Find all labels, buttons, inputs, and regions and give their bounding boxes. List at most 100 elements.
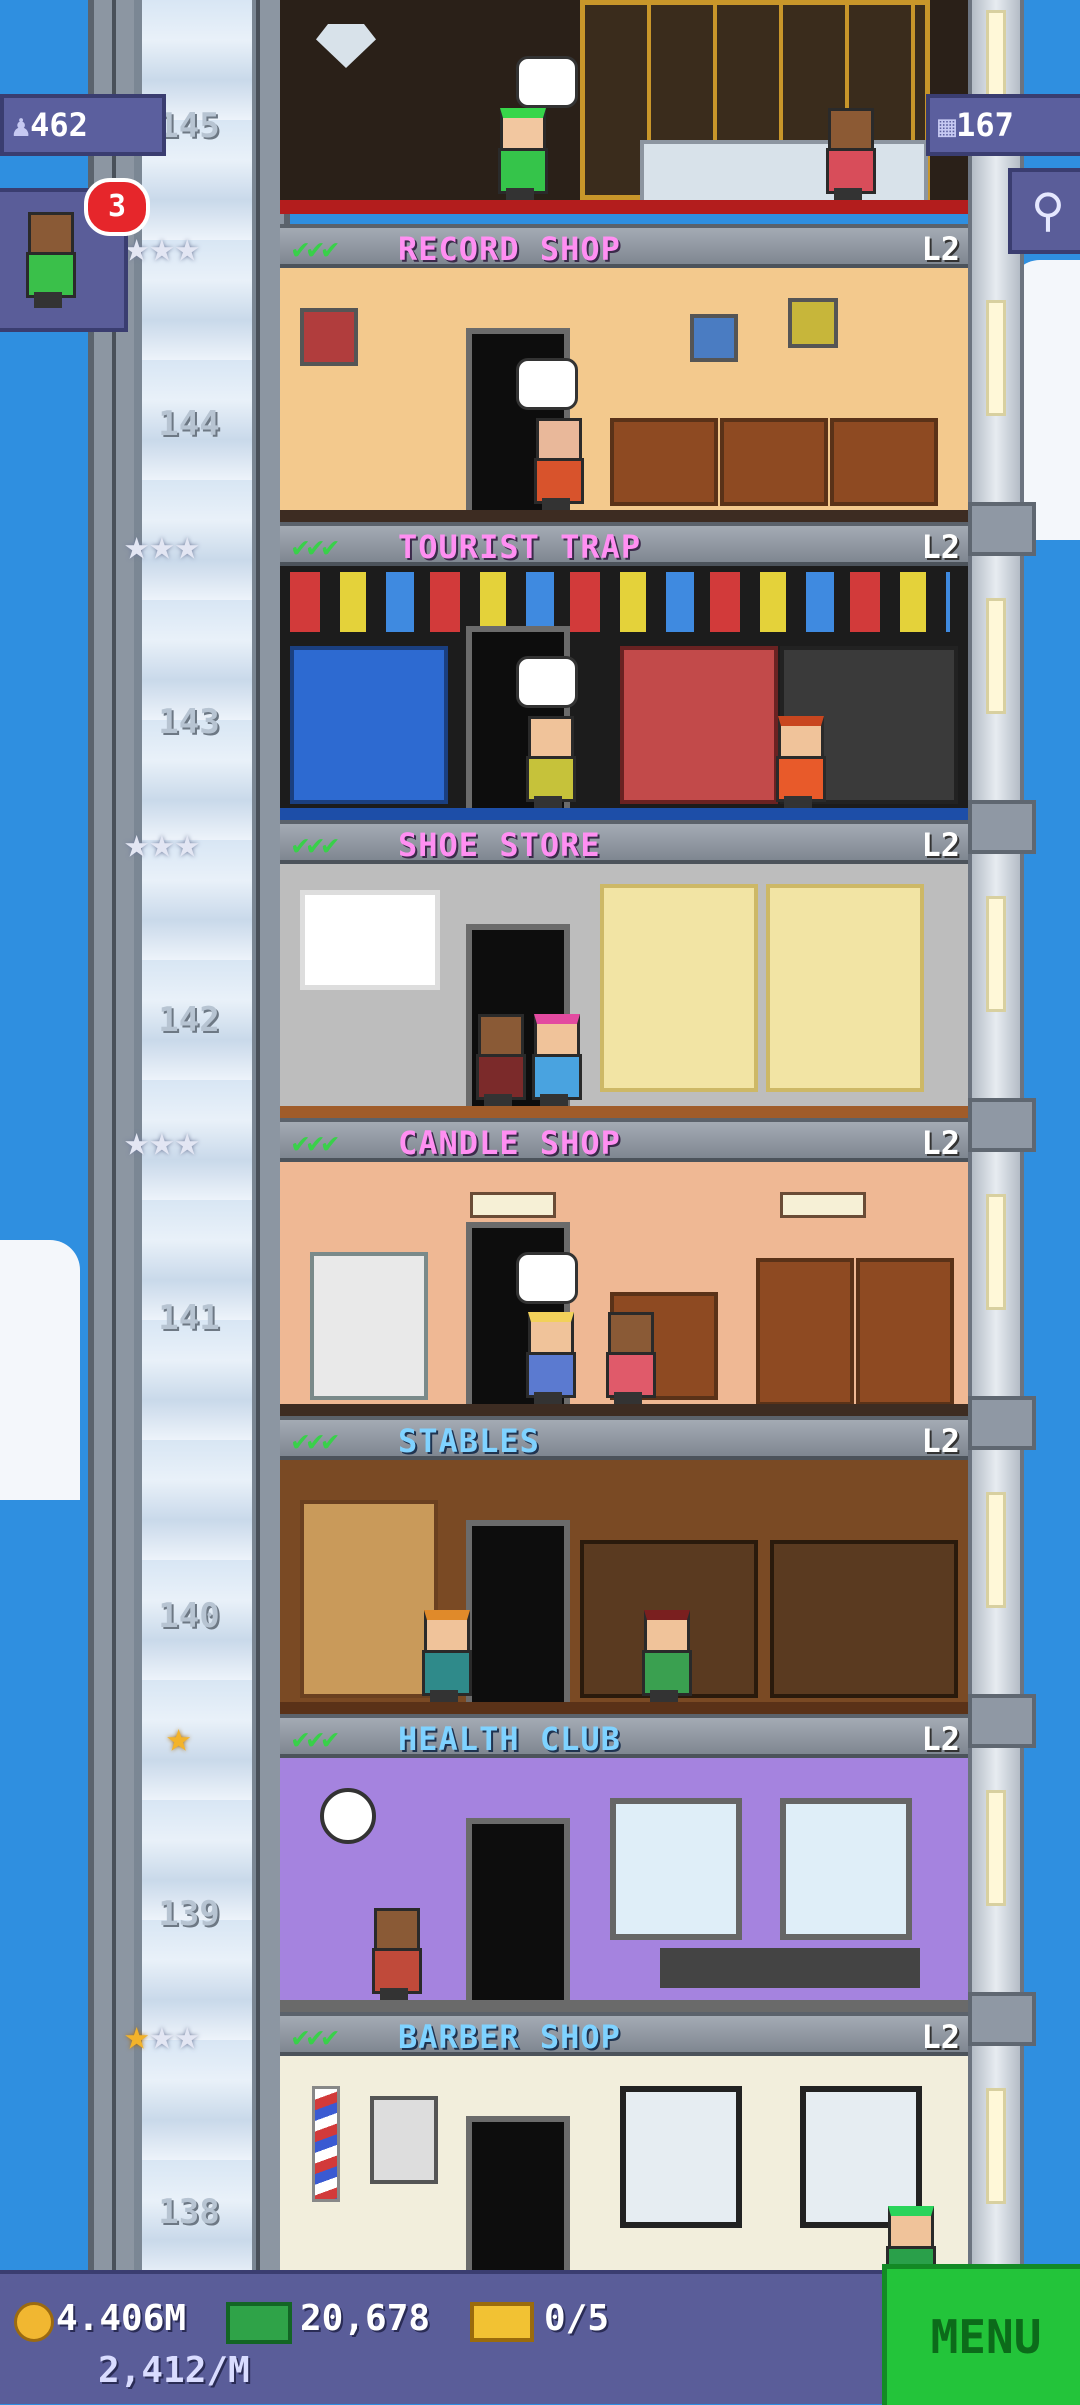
notification-badge[interactable]: 3 — [84, 178, 150, 236]
floor-line — [280, 808, 968, 820]
horse-stall — [770, 1540, 958, 1698]
stock-checks-icon: ✔✔✔ — [292, 1126, 339, 1159]
visitor-person[interactable] — [880, 2206, 936, 2270]
pillar-light — [986, 1492, 1006, 1608]
souvenir-shelf — [290, 646, 448, 804]
floor-tourist-trap[interactable]: ✔✔✔ TOURIST TRAP L2 — [280, 522, 968, 820]
floor-level: L2 — [921, 2018, 960, 2056]
jewelry-counter — [640, 140, 928, 206]
population-badge[interactable]: ♟462 — [0, 94, 166, 156]
ceiling-lamp — [470, 1192, 556, 1218]
search-button[interactable]: ⚲ — [1008, 168, 1080, 254]
visitor-person[interactable] — [520, 1312, 576, 1408]
pillar-light — [986, 300, 1006, 416]
floor-name: BARBER SHOP — [398, 2018, 621, 2056]
floors-count-badge[interactable]: ▦167 — [926, 94, 1080, 156]
coins-rate: 2,412/M — [98, 2350, 250, 2391]
floor-level: L2 — [921, 230, 960, 268]
worker-person[interactable] — [636, 1610, 692, 1706]
floor-record-shop[interactable]: ✔✔✔ RECORD SHOP L2 — [280, 224, 968, 522]
record-bin — [610, 418, 718, 506]
clerk-person[interactable] — [820, 108, 876, 204]
ceiling-lamp — [780, 1192, 866, 1218]
candle-shelf — [310, 1252, 428, 1400]
floor-door — [466, 2116, 570, 2270]
cloud-left — [0, 1240, 80, 1500]
wall-record-decor — [788, 298, 838, 348]
treadmill — [660, 1948, 920, 1988]
pillar-light — [986, 598, 1006, 714]
visitor-person[interactable] — [526, 1014, 582, 1110]
room-interior — [280, 1758, 968, 2012]
speech-bubble-icon — [516, 1252, 578, 1304]
visitor-person[interactable] — [366, 1908, 422, 2004]
floor-name: SHOE STORE — [398, 826, 601, 864]
floor-name: RECORD SHOP — [398, 230, 621, 268]
stock-checks-icon: ✔✔✔ — [292, 530, 339, 563]
floor-number: 143 — [158, 702, 220, 742]
elevator-cable — [112, 0, 116, 2270]
floor-level: L2 — [921, 1720, 960, 1758]
visitor-person[interactable] — [600, 1312, 656, 1408]
floor-number: 140 — [158, 1596, 220, 1636]
visitor-person[interactable] — [492, 108, 548, 204]
floor-header: ✔✔✔ HEALTH CLUB L2 — [280, 1714, 968, 1758]
floor-stars-rating: ★★★ — [124, 818, 200, 867]
vip-ticket-count[interactable]: 0/5 — [544, 2298, 609, 2339]
floor-name: CANDLE SHOP — [398, 1124, 621, 1162]
stock-checks-icon: ✔✔✔ — [292, 232, 339, 265]
floor-stables[interactable]: ✔✔✔ STABLES L2 — [280, 1416, 968, 1714]
pillar-bracket — [968, 1992, 1036, 2046]
room-interior — [280, 1460, 968, 1714]
tower-bux-amount[interactable]: 20,678 — [300, 2298, 430, 2339]
room-interior — [280, 2056, 968, 2270]
floor-barber-shop[interactable]: ✔✔✔ BARBER SHOP L2 — [280, 2012, 968, 2270]
coin-icon — [14, 2302, 54, 2342]
menu-button[interactable]: MENU — [882, 2264, 1080, 2405]
room-interior — [280, 566, 968, 820]
floor-stars-rating: ★★★ — [124, 2010, 200, 2059]
room-interior — [280, 1162, 968, 1416]
floor-shoe-store[interactable]: ✔✔✔ SHOE STORE L2 — [280, 820, 968, 1118]
speech-bubble-icon — [516, 358, 578, 410]
floor-header: ✔✔✔ CANDLE SHOP L2 — [280, 1118, 968, 1162]
floor-line — [280, 1702, 968, 1714]
population-count: 462 — [30, 106, 88, 144]
red-carpet-floor — [280, 200, 968, 214]
vip-ticket-icon — [470, 2302, 534, 2342]
pillar-light — [986, 896, 1006, 1012]
visitor-person[interactable] — [520, 716, 576, 812]
souvenir-shelf — [620, 646, 778, 804]
pillar-bracket — [968, 1098, 1036, 1152]
shoe-poster — [300, 890, 440, 990]
floor-candle-shop[interactable]: ✔✔✔ CANDLE SHOP L2 — [280, 1118, 968, 1416]
floor-level: L2 — [921, 1124, 960, 1162]
coins-amount[interactable]: 4.406M — [56, 2298, 186, 2339]
visitor-person[interactable] — [470, 1014, 526, 1110]
floor-level: L2 — [921, 1422, 960, 1460]
visitor-avatar — [20, 212, 76, 308]
stock-checks-icon: ✔✔✔ — [292, 828, 339, 861]
room-interior — [280, 864, 968, 1118]
speech-bubble-icon — [516, 656, 578, 708]
visitor-person[interactable] — [528, 418, 584, 514]
building-icon: ▦ — [938, 109, 957, 144]
visitor-person[interactable] — [416, 1610, 472, 1706]
magnifier-icon: ⚲ — [1031, 183, 1065, 237]
wall-record-decor — [300, 308, 358, 366]
floor-number: 141 — [158, 1298, 220, 1338]
clock-icon — [320, 1788, 376, 1844]
floor-header: ✔✔✔ SHOE STORE L2 — [280, 820, 968, 864]
floor-145[interactable] — [280, 0, 968, 224]
floor-level: L2 — [921, 826, 960, 864]
visitor-person[interactable] — [770, 716, 826, 812]
person-icon: ♟ — [12, 109, 31, 144]
floor-header: ✔✔✔ STABLES L2 — [280, 1416, 968, 1460]
pillar-light — [986, 1790, 1006, 1906]
floor-number: 139 — [158, 1894, 220, 1934]
floor-name: STABLES — [398, 1422, 540, 1460]
room-interior — [280, 0, 968, 214]
floor-number: 144 — [158, 404, 220, 444]
stock-checks-icon: ✔✔✔ — [292, 1424, 339, 1457]
floor-health-club[interactable]: ✔✔✔ HEALTH CLUB L2 — [280, 1714, 968, 2012]
